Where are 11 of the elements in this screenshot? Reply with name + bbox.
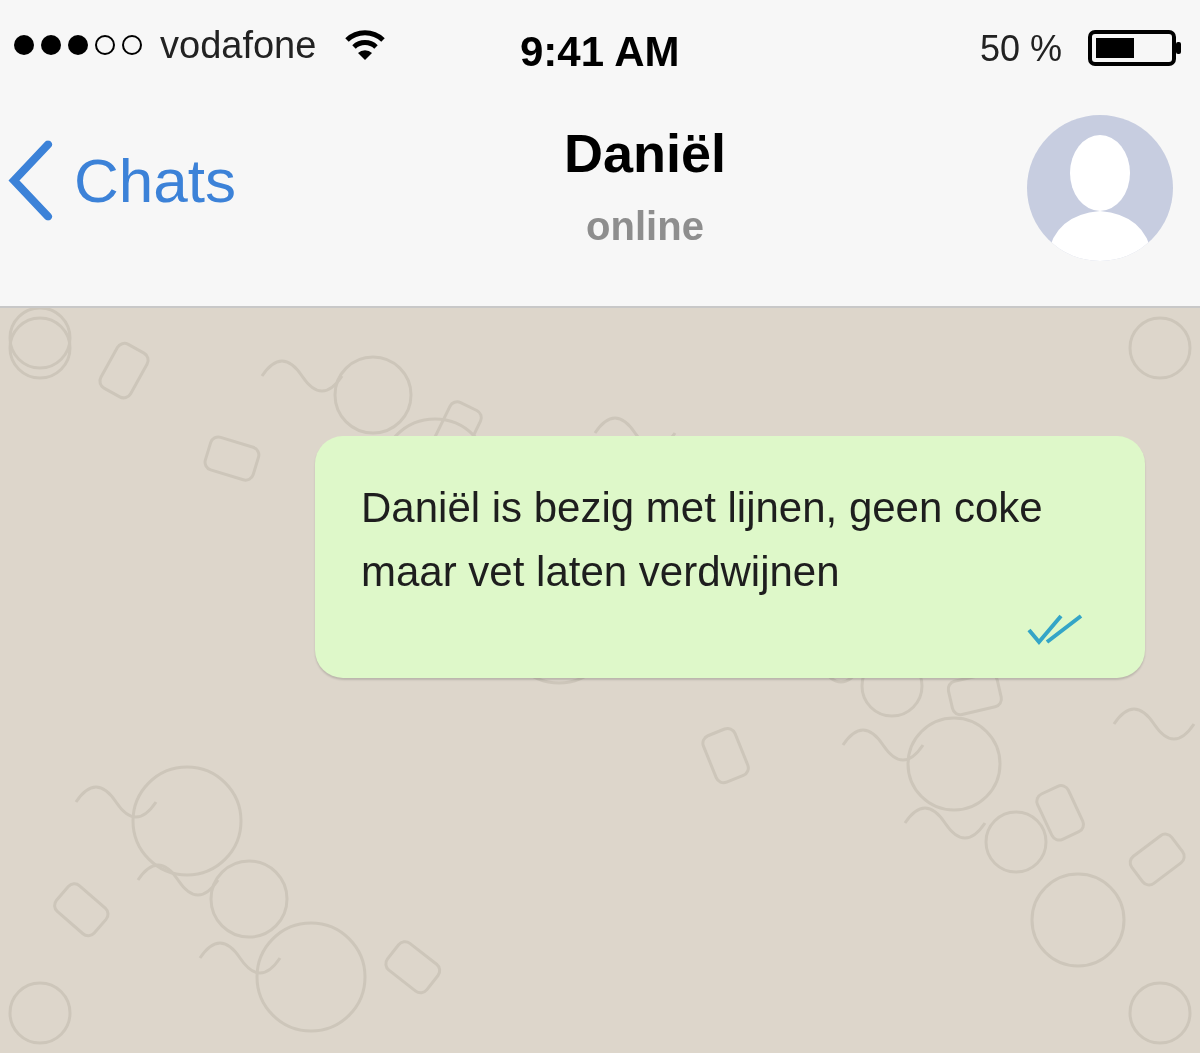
- battery-percentage: 50 %: [980, 27, 1063, 71]
- back-link[interactable]: Chats: [8, 133, 236, 227]
- chevron-left-icon: [8, 140, 54, 220]
- signal-icon: [12, 33, 144, 57]
- contact-status: online: [586, 202, 704, 250]
- wifi-icon: [344, 28, 387, 62]
- clock-time: 9:41 AM: [520, 27, 680, 77]
- carrier-name: vodafone: [160, 22, 317, 68]
- battery-icon: [1088, 30, 1182, 66]
- message-text: Daniël is bezig met lijnen, geen coke maar vet laten verdwijnen: [361, 483, 1044, 597]
- contact-name: Daniël: [563, 122, 727, 185]
